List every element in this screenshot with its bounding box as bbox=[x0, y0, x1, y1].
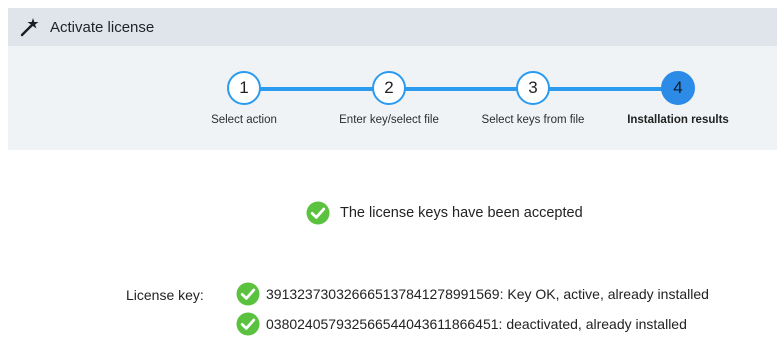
result-text: The license keys have been accepted bbox=[340, 205, 583, 221]
step-4-circle: 4 bbox=[661, 71, 695, 105]
step-4-number: 4 bbox=[673, 78, 683, 97]
step-3-number: 3 bbox=[528, 78, 538, 97]
step-3-label: Select keys from file bbox=[481, 114, 585, 126]
title-bar: Activate license bbox=[8, 8, 777, 46]
check-circle-icon bbox=[236, 282, 260, 306]
license-key-label: License key: bbox=[126, 287, 204, 303]
step-4-label: Installation results bbox=[627, 114, 729, 126]
wizard-steps: 1 Select action 2 Enter key/select file … bbox=[8, 46, 777, 150]
license-key-row: 038024057932566544043611866451: deactiva… bbox=[236, 312, 687, 336]
step-2-label: Enter key/select file bbox=[339, 114, 439, 126]
step-2-circle: 2 bbox=[372, 71, 406, 105]
step-1-label: Select action bbox=[211, 114, 277, 126]
magic-wand-icon bbox=[20, 17, 40, 37]
activate-license-window: Activate license 1 Select action 2 Enter… bbox=[0, 0, 777, 338]
window-title: Activate license bbox=[50, 18, 155, 36]
check-circle-icon bbox=[306, 201, 330, 225]
result-message: The license keys have been accepted bbox=[306, 201, 583, 225]
license-key-row: 391323730326665137841278991569: Key OK, … bbox=[236, 282, 709, 306]
steps-progress-line bbox=[251, 87, 675, 91]
step-2-number: 2 bbox=[384, 78, 394, 97]
step-1-circle: 1 bbox=[227, 71, 261, 105]
step-3-circle: 3 bbox=[516, 71, 550, 105]
license-key-text: 038024057932566544043611866451: deactiva… bbox=[266, 316, 687, 332]
license-key-text: 391323730326665137841278991569: Key OK, … bbox=[266, 286, 709, 302]
step-1-number: 1 bbox=[239, 78, 249, 97]
check-circle-icon bbox=[236, 312, 260, 336]
